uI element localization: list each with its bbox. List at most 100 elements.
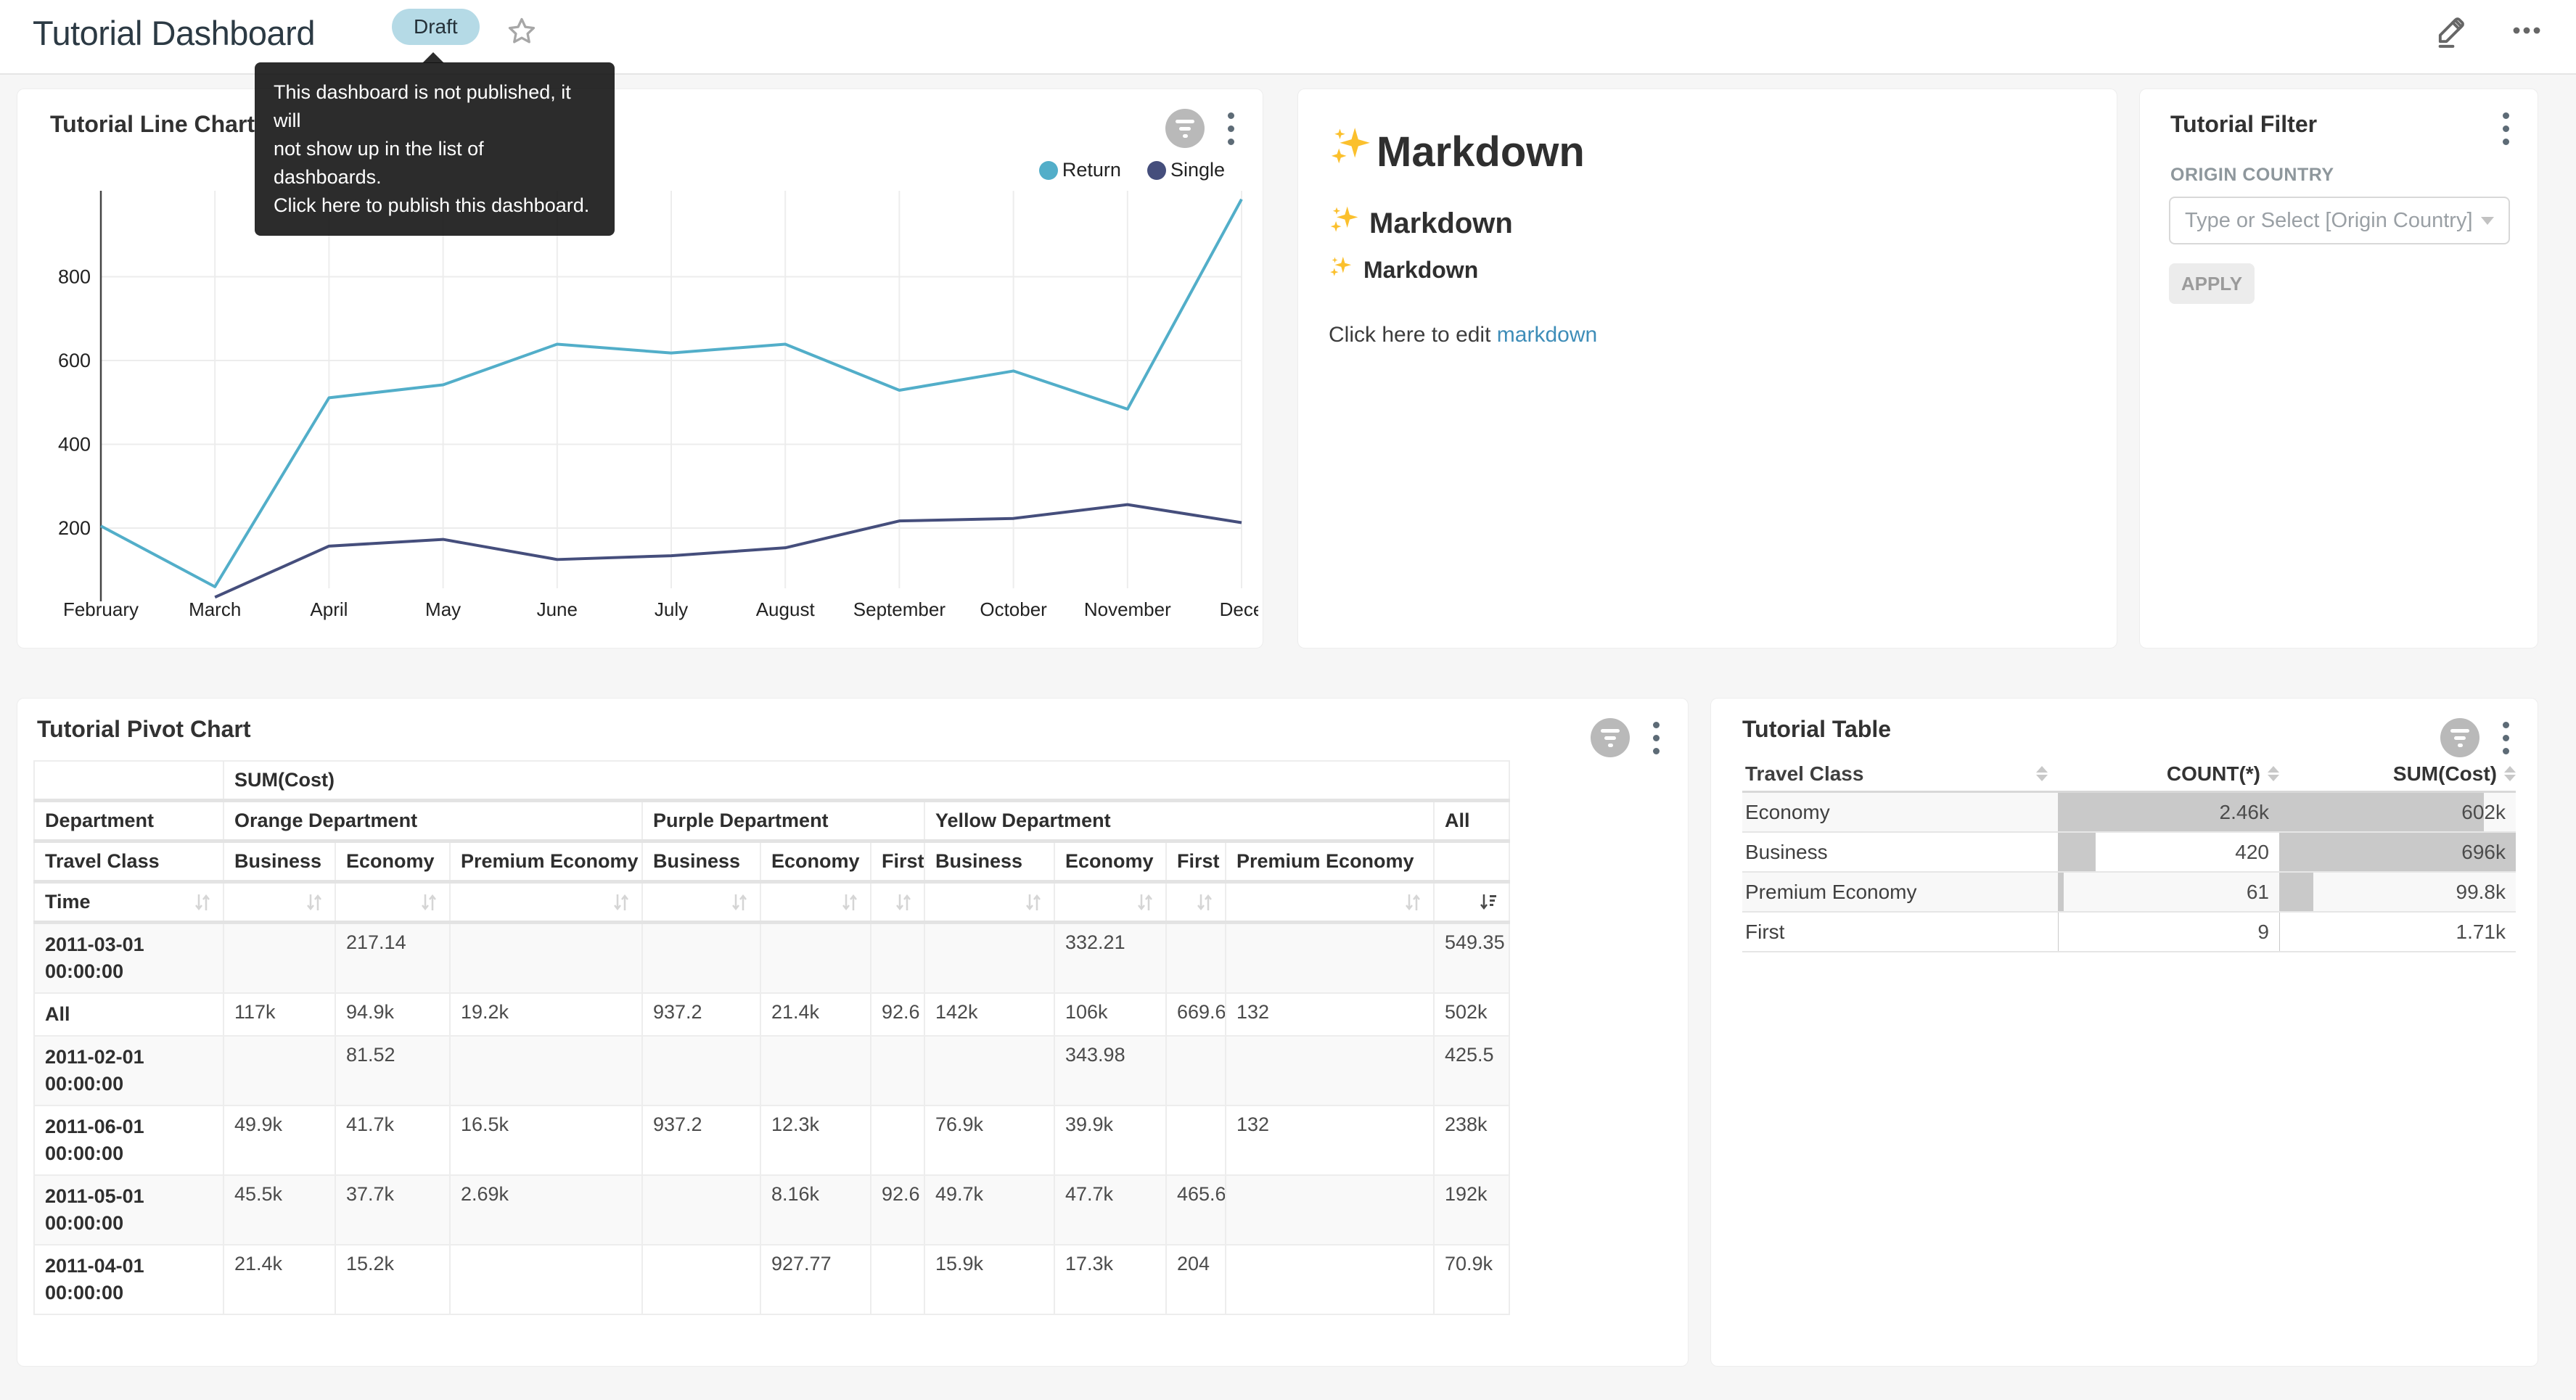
- table-card-actions: [2440, 717, 2513, 758]
- origin-country-label: ORIGIN COUNTRY: [2170, 165, 2334, 186]
- row-label: First: [1742, 913, 2058, 951]
- pivot-value-cell: 21.4k: [223, 1245, 335, 1314]
- pivot-value-cell: 17.3k: [1054, 1245, 1166, 1314]
- pivot-value-cell: 132: [1226, 993, 1434, 1036]
- edit-dashboard-icon[interactable]: [2431, 10, 2472, 51]
- pivot-value-cell: 49.9k: [223, 1105, 335, 1175]
- column-header-count[interactable]: COUNT(*): [2058, 757, 2279, 791]
- pivot-value-cell: [760, 923, 871, 994]
- chart-menu-kebab-icon[interactable]: [1649, 717, 1663, 758]
- sparkles-icon: [1329, 124, 1377, 179]
- column-header-sum-cost[interactable]: SUM(Cost): [2279, 757, 2516, 791]
- pivot-value-cell: [642, 1036, 760, 1105]
- chart-menu-kebab-icon[interactable]: [1223, 108, 1238, 149]
- sort-desc-active-icon: [1478, 892, 1498, 913]
- pivot-value-cell: 117k: [223, 993, 335, 1036]
- more-options-icon[interactable]: [2506, 10, 2547, 51]
- origin-country-select[interactable]: Type or Select [Origin Country]: [2169, 197, 2510, 244]
- pivot-col-dim: Travel Class: [34, 841, 223, 882]
- y-tick-label: 400: [58, 434, 91, 456]
- legend-dot: [1039, 161, 1058, 180]
- pivot-value-cell: 132: [1226, 1105, 1434, 1175]
- pivot-value-cell: [450, 1036, 642, 1105]
- select-placeholder: Type or Select [Origin Country]: [2185, 209, 2481, 233]
- chart-menu-kebab-icon[interactable]: [2498, 717, 2513, 758]
- pivot-value-cell: 70.9k: [1434, 1245, 1509, 1314]
- pivot-value-cell: 425.5: [1434, 1036, 1509, 1105]
- line-chart-card-actions: [1165, 108, 1238, 149]
- y-tick-label: 200: [58, 517, 91, 539]
- pivot-class-header: Business: [642, 841, 760, 882]
- sort-toggle-icon: [192, 892, 213, 913]
- column-header-travel-class[interactable]: Travel Class: [1742, 757, 2058, 791]
- filter-indicator-icon[interactable]: [1165, 109, 1205, 148]
- pivot-value-cell: [1226, 1036, 1434, 1105]
- table-row: First 9 1.71k: [1742, 913, 2516, 952]
- sum-cell: 696k: [2279, 833, 2516, 871]
- pivot-value-cell: 204: [1166, 1245, 1226, 1314]
- pivot-value-cell: 49.7k: [924, 1175, 1054, 1245]
- pivot-value-cell: 39.9k: [1054, 1105, 1166, 1175]
- pivot-group-header: Purple Department: [642, 801, 924, 841]
- x-tick-label: February: [63, 598, 139, 620]
- x-tick-label: September: [853, 598, 946, 620]
- pivot-chart-card: Tutorial Pivot Chart SUM(Cost)Department…: [17, 698, 1689, 1367]
- pivot-group-header: All: [1434, 801, 1509, 841]
- pivot-row-label: 2011-02-0100:00:00: [34, 1036, 223, 1105]
- pivot-value-cell: 343.98: [1054, 1036, 1166, 1105]
- line-chart-plot: 200400600800FebruaryMarchAprilMayJuneJul…: [39, 184, 1258, 637]
- legend-label: Return: [1062, 159, 1121, 181]
- pivot-value-cell: 21.4k: [760, 993, 871, 1036]
- favorite-star-icon[interactable]: [506, 15, 538, 47]
- pivot-row-label: 2011-06-0100:00:00: [34, 1105, 223, 1175]
- pivot-value-cell: [642, 1175, 760, 1245]
- table-card-title: Tutorial Table: [1742, 716, 1891, 743]
- x-tick-label: Dece: [1220, 598, 1258, 620]
- x-tick-label: August: [756, 598, 816, 620]
- pivot-class-header: Economy: [760, 841, 871, 882]
- count-cell: 9: [2058, 913, 2279, 951]
- draft-status-badge[interactable]: Draft: [392, 9, 480, 45]
- sparkles-icon: [1329, 255, 1356, 285]
- pivot-value-cell: 81.52: [335, 1036, 450, 1105]
- sparkles-icon: [1329, 204, 1363, 243]
- pivot-value-cell: 217.14: [335, 923, 450, 994]
- pivot-value-cell: [924, 923, 1054, 994]
- count-cell: 61: [2058, 873, 2279, 911]
- pivot-data-row: 2011-06-0100:00:0049.9k41.7k16.5k937.212…: [34, 1105, 1509, 1175]
- pivot-value-cell: [1166, 1105, 1226, 1175]
- pivot-class-header: Business: [924, 841, 1054, 882]
- legend-item-single[interactable]: Single: [1147, 159, 1225, 181]
- pivot-value-cell: [871, 1105, 924, 1175]
- pivot-value-cell: 192k: [1434, 1175, 1509, 1245]
- pivot-value-cell: 238k: [1434, 1105, 1509, 1175]
- row-label: Business: [1742, 833, 2058, 871]
- pivot-class-row: Travel ClassBusinessEconomyPremium Econo…: [34, 841, 1509, 882]
- pivot-value-cell: 142k: [924, 993, 1054, 1036]
- filter-menu-kebab-icon[interactable]: [2498, 108, 2513, 149]
- table-row: Economy 2.46k 602k: [1742, 793, 2516, 833]
- legend-item-return[interactable]: Return: [1039, 159, 1121, 181]
- pivot-row-dim: Department: [34, 801, 223, 841]
- chart-legend: Return Single: [1039, 159, 1225, 181]
- pivot-value-cell: 94.9k: [335, 993, 450, 1036]
- filter-indicator-icon[interactable]: [2440, 718, 2479, 757]
- pivot-data-row: 2011-02-0100:00:00 81.52 343.98 425.5: [34, 1036, 1509, 1105]
- pivot-class-header: First: [871, 841, 924, 882]
- pivot-value-cell: [1166, 923, 1226, 994]
- apply-button[interactable]: APPLY: [2169, 263, 2255, 304]
- pivot-value-cell: 92.6: [871, 1175, 924, 1245]
- pivot-row-label: 2011-03-0100:00:00: [34, 923, 223, 994]
- sum-cell: 602k: [2279, 793, 2516, 831]
- pivot-class-header: Premium Economy: [1226, 841, 1434, 882]
- pivot-value-cell: [223, 923, 335, 994]
- pivot-value-cell: [223, 1036, 335, 1105]
- edit-markdown-link[interactable]: markdown: [1497, 323, 1597, 347]
- pivot-data-row: 2011-03-0100:00:00217.14332.21549.35: [34, 923, 1509, 994]
- pivot-value-cell: 332.21: [1054, 923, 1166, 994]
- filter-indicator-icon[interactable]: [1591, 718, 1630, 757]
- table-header-row: Travel Class COUNT(*) SUM(Cost): [1742, 757, 2516, 793]
- sort-toggle-icon: [2036, 766, 2048, 781]
- pivot-class-header: Premium Economy: [450, 841, 642, 882]
- pivot-value-cell: [871, 1036, 924, 1105]
